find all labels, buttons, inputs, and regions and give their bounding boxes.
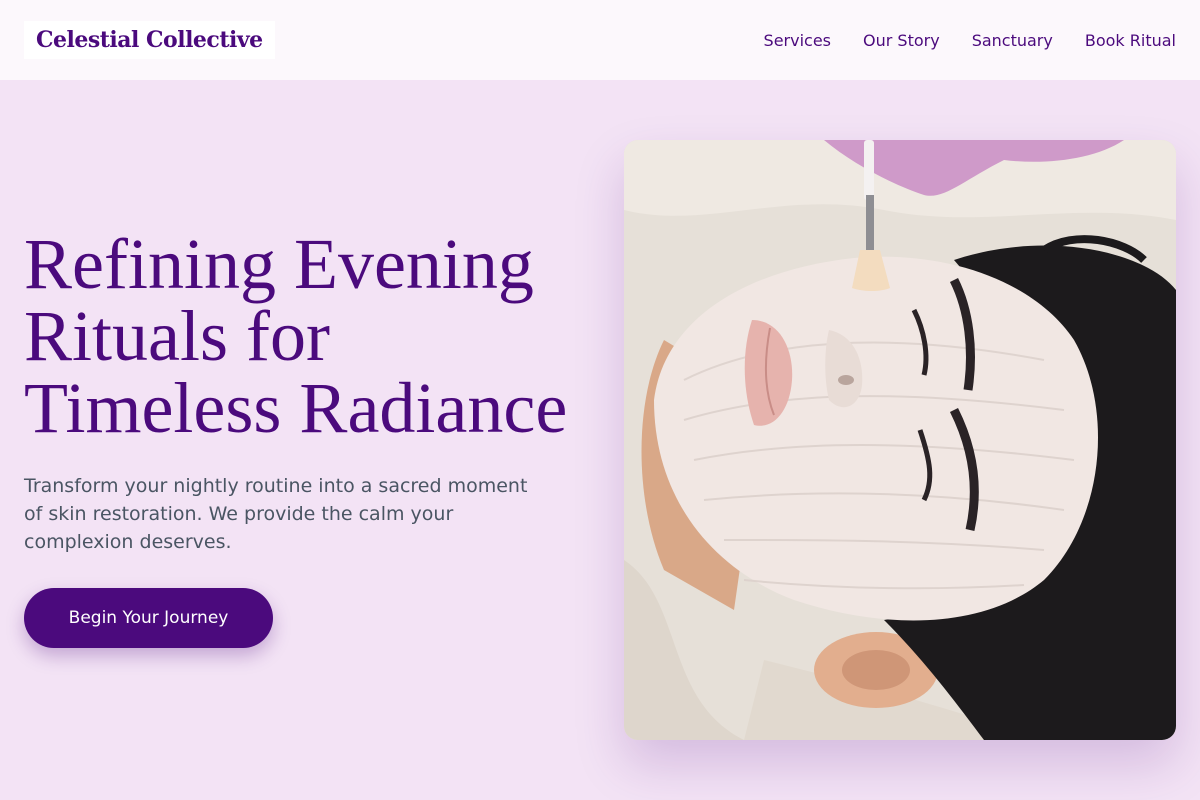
facial-treatment-illustration (624, 140, 1176, 740)
brand-logo[interactable]: Celestial Collective (24, 21, 275, 59)
hero-title-line: Timeless Radiance (24, 368, 568, 448)
hero-title-line: Refining Evening (24, 224, 534, 304)
nav-link-services[interactable]: Services (764, 31, 831, 50)
nav-link-sanctuary[interactable]: Sanctuary (972, 31, 1053, 50)
site-header: Celestial Collective Services Our Story … (0, 0, 1200, 80)
hero-title-line: Rituals for (24, 296, 330, 376)
hero-title: Refining Evening Rituals for Timeless Ra… (24, 228, 594, 444)
nav-link-our-story[interactable]: Our Story (863, 31, 940, 50)
nav-link-book-ritual[interactable]: Book Ritual (1085, 31, 1176, 50)
hero-image (624, 140, 1176, 740)
hero-content: Refining Evening Rituals for Timeless Ra… (24, 228, 594, 648)
main-nav: Services Our Story Sanctuary Book Ritual (764, 31, 1176, 50)
begin-journey-button[interactable]: Begin Your Journey (24, 588, 273, 648)
hero-subtitle: Transform your nightly routine into a sa… (24, 475, 528, 553)
